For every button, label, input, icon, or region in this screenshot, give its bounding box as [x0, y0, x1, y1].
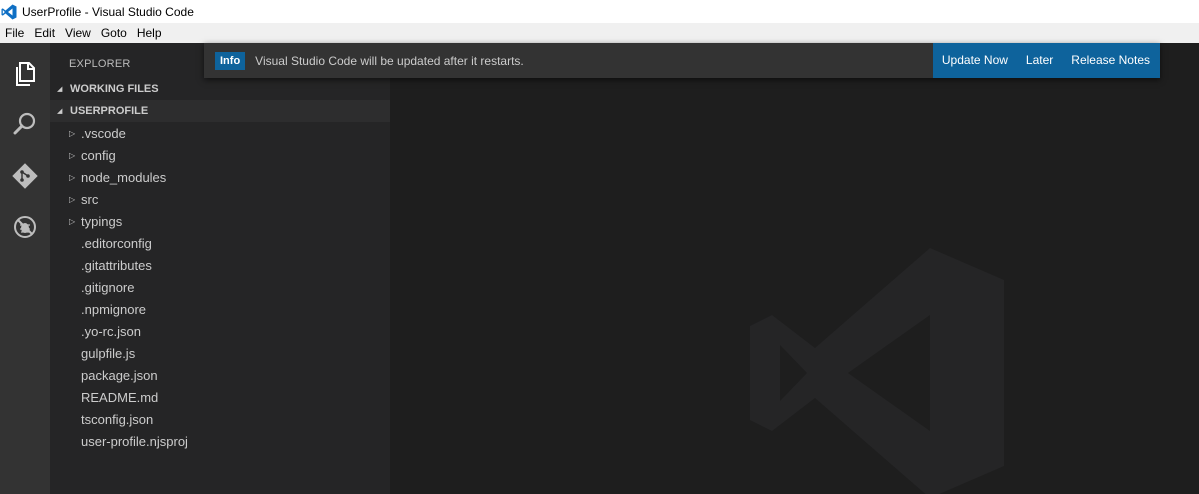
tree-item-label: .yo-rc.json [81, 323, 141, 339]
tree-item-label: .npmignore [81, 301, 147, 317]
tree-item-label: .gitignore [81, 279, 135, 295]
debug-icon[interactable] [9, 211, 41, 243]
later-button[interactable]: Later [1017, 43, 1062, 78]
tree-file-editorconfig[interactable]: .editorconfig [50, 232, 390, 254]
title-bar: UserProfile - Visual Studio Code [0, 0, 1199, 23]
tree-item-label: tsconfig.json [81, 411, 154, 427]
tree-item-label: user-profile.njsproj [81, 433, 188, 449]
menu-view[interactable]: View [60, 23, 96, 43]
tree-item-label: .editorconfig [81, 235, 152, 251]
tree-file-npmignore[interactable]: .npmignore [50, 298, 390, 320]
tree-item-label: typings [81, 213, 123, 229]
editor-area[interactable] [390, 43, 1199, 494]
tree-folder-vscode[interactable]: ▷ .vscode [50, 122, 390, 144]
activity-bar [0, 43, 50, 494]
menu-file[interactable]: File [0, 23, 29, 43]
section-label: USERPROFILE [70, 105, 149, 117]
tree-file-readme[interactable]: README.md [50, 386, 390, 408]
tree-folder-src[interactable]: ▷ src [50, 188, 390, 210]
release-notes-button[interactable]: Release Notes [1062, 43, 1160, 78]
tree-file-yo-rc-json[interactable]: .yo-rc.json [50, 320, 390, 342]
section-label: WORKING FILES [70, 83, 159, 95]
info-badge: Info [215, 51, 246, 70]
chevron-right-icon: ▷ [69, 128, 76, 138]
tree-item-label: README.md [81, 389, 159, 405]
section-userprofile[interactable]: ◢ USERPROFILE [50, 100, 390, 122]
explorer-icon[interactable] [9, 58, 41, 90]
menu-goto[interactable]: Goto [96, 23, 132, 43]
update-notification: Info Visual Studio Code will be updated … [204, 43, 1160, 78]
explorer-sidebar: EXPLORER ◢ WORKING FILES ◢ USERPROFILE ▷… [50, 43, 390, 494]
tree-folder-config[interactable]: ▷ config [50, 144, 390, 166]
tree-file-gitignore[interactable]: .gitignore [50, 276, 390, 298]
tree-item-label: src [81, 191, 99, 207]
menu-bar: File Edit View Goto Help [0, 23, 1199, 43]
tree-file-gulpfile[interactable]: gulpfile.js [50, 342, 390, 364]
tree-file-tsconfig[interactable]: tsconfig.json [50, 408, 390, 430]
tree-folder-node-modules[interactable]: ▷ node_modules [50, 166, 390, 188]
caret-down-icon: ◢ [57, 86, 63, 93]
window-title: UserProfile - Visual Studio Code [22, 4, 194, 19]
tree-item-label: gulpfile.js [81, 345, 136, 361]
caret-down-icon: ◢ [57, 108, 63, 115]
section-working-files[interactable]: ◢ WORKING FILES [50, 78, 390, 100]
menu-edit[interactable]: Edit [29, 23, 60, 43]
search-icon[interactable] [9, 108, 41, 140]
notification-actions: Update Now Later Release Notes [932, 43, 1160, 78]
vscode-logo-icon [1, 4, 17, 19]
tree-item-label: .vscode [81, 125, 126, 141]
notification-message: Visual Studio Code will be updated after… [255, 53, 524, 68]
git-icon[interactable] [9, 160, 41, 192]
tree-item-label: config [81, 147, 116, 163]
tree-file-package-json[interactable]: package.json [50, 364, 390, 386]
file-tree: ▷ .vscode ▷ config ▷ node_modules ▷ src … [50, 122, 390, 452]
sidebar-title: EXPLORER [69, 58, 131, 70]
tree-file-gitattributes[interactable]: .gitattributes [50, 254, 390, 276]
update-now-button[interactable]: Update Now [933, 43, 1017, 78]
chevron-right-icon: ▷ [69, 216, 76, 226]
menu-help[interactable]: Help [132, 23, 167, 43]
tree-item-label: .gitattributes [81, 257, 152, 273]
tree-file-njsproj[interactable]: user-profile.njsproj [50, 430, 390, 452]
tree-folder-typings[interactable]: ▷ typings [50, 210, 390, 232]
chevron-right-icon: ▷ [69, 172, 76, 182]
chevron-right-icon: ▷ [69, 150, 76, 160]
tree-item-label: package.json [81, 367, 158, 383]
chevron-right-icon: ▷ [69, 194, 76, 204]
tree-item-label: node_modules [81, 169, 167, 185]
vscode-watermark-icon [750, 248, 1004, 494]
